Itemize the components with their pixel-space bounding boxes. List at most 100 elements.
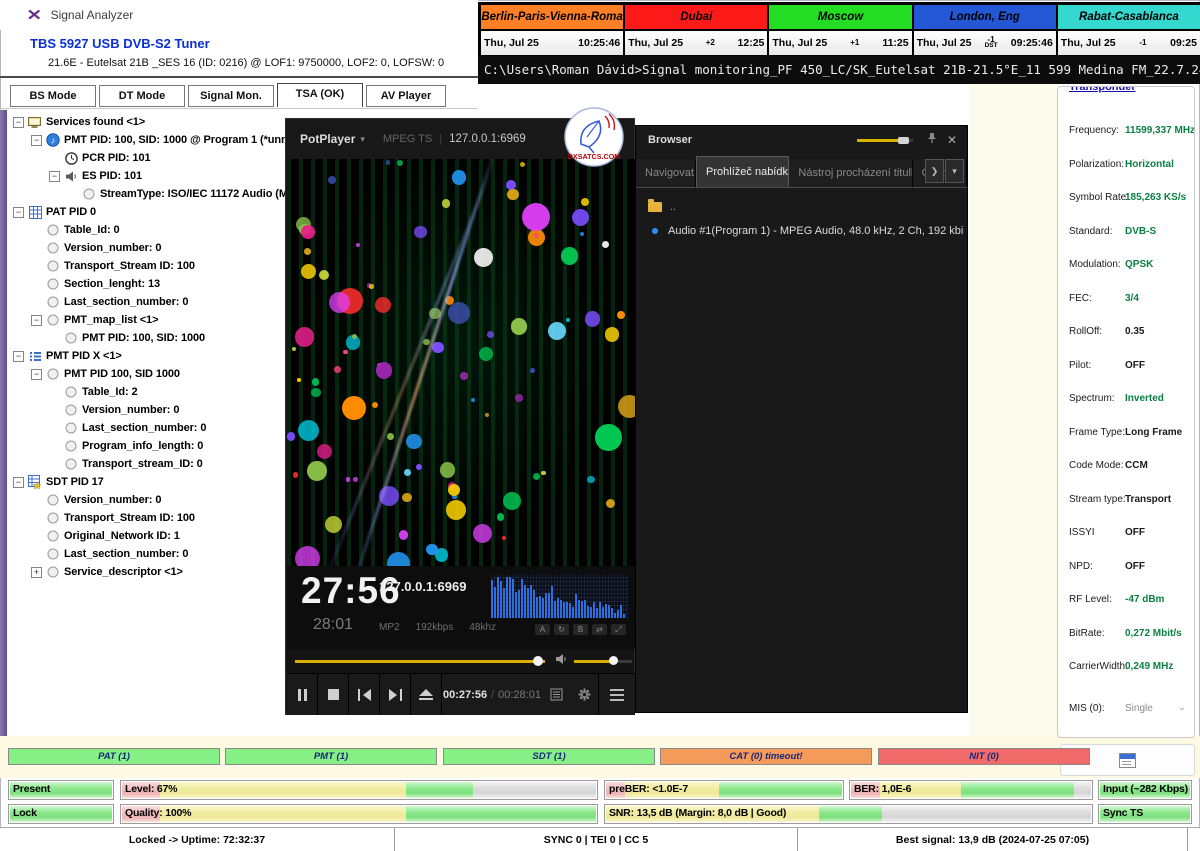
browser-titlebar[interactable]: Browser ✕: [636, 126, 967, 154]
collapse-icon[interactable]: −: [31, 369, 42, 380]
tree-item-label: Last_section_number: 0: [82, 422, 206, 434]
clock-city-name: London, Eng: [914, 5, 1056, 29]
tree-item[interactable]: Original_Network ID: 1: [9, 527, 283, 545]
close-icon[interactable]: ✕: [947, 133, 957, 147]
tree-item[interactable]: −PMT PID X <1>: [9, 347, 283, 365]
collapse-icon[interactable]: −: [13, 351, 24, 362]
tree-item[interactable]: Transport_Stream ID: 100: [9, 509, 283, 527]
chevron-down-icon[interactable]: ▾: [945, 159, 964, 183]
tree-item[interactable]: Last_section_number: 0: [9, 293, 283, 311]
tree-item[interactable]: Version_number: 0: [9, 401, 283, 419]
volume-bar[interactable]: [574, 660, 632, 663]
collapse-icon[interactable]: −: [13, 477, 24, 488]
parent-folder-row[interactable]: ..: [636, 194, 967, 220]
tree-item[interactable]: Last_section_number: 0: [9, 545, 283, 563]
audio-track-label: Audio #1(Program 1) - MPEG Audio, 48.0 k…: [668, 225, 963, 237]
clock-time: 09:25:46: [1011, 37, 1053, 49]
speaker-icon[interactable]: [555, 652, 568, 670]
browser-tab-1[interactable]: Navigovat: [636, 159, 696, 187]
clock-offset: -1: [1119, 40, 1167, 46]
chevron-right-icon[interactable]: ❯: [925, 159, 944, 183]
tree-item[interactable]: PCR PID: 101: [9, 149, 283, 167]
browser-tab-2[interactable]: Prohlížeč nabídky: [696, 156, 789, 187]
tree-item[interactable]: −SDT PID 17: [9, 473, 283, 491]
tree-item[interactable]: Version_number: 0: [9, 491, 283, 509]
spectrum-bar: [563, 602, 565, 618]
spectrum-bar: [605, 604, 607, 618]
ab-point-a-button[interactable]: A: [535, 624, 550, 635]
tree-item[interactable]: −Services found <1>: [9, 113, 283, 131]
tree-item[interactable]: Transport_stream_ID: 0: [9, 455, 283, 473]
browser-slider[interactable]: [857, 139, 913, 142]
clock-time: 10:25:46: [578, 37, 620, 49]
app-icon: ✕: [26, 6, 42, 24]
repeat-icon[interactable]: ↻: [554, 624, 569, 635]
tab-tsa-ok-[interactable]: TSA (OK): [277, 83, 363, 107]
volume-handle[interactable]: [609, 656, 618, 665]
tab-dt-mode[interactable]: DT Mode: [99, 85, 185, 107]
tree-item[interactable]: Program_info_length: 0: [9, 437, 283, 455]
tree-item[interactable]: −ES PID: 101: [9, 167, 283, 185]
folder-icon: [648, 202, 662, 212]
tree-item-label: Version_number: 0: [64, 242, 161, 254]
list-item[interactable]: Audio #1(Program 1) - MPEG Audio, 48.0 k…: [636, 220, 967, 242]
tree-item[interactable]: StreamType: ISO/IEC 11172 Audio (MPEG-1)…: [9, 185, 283, 203]
window-edge-strip: [0, 110, 7, 746]
tree-item[interactable]: Version_number: 0: [9, 239, 283, 257]
stop-button[interactable]: [318, 674, 349, 715]
seek-bar[interactable]: [295, 660, 545, 663]
settings-gear-icon[interactable]: [570, 674, 598, 715]
viz-streak: [348, 159, 499, 566]
clock-icon: [64, 151, 78, 165]
transponder-value: DVB-S: [1125, 226, 1156, 237]
spectrum-bar: [539, 596, 541, 618]
viz-dot: [404, 469, 411, 476]
tree-item[interactable]: −PMT_map_list <1>: [9, 311, 283, 329]
transponder-value: CCM: [1125, 460, 1148, 471]
background-fill: [969, 84, 1057, 738]
tree-item[interactable]: Table_Id: 2: [9, 383, 283, 401]
tree-item[interactable]: −PAT PID 0: [9, 203, 283, 221]
collapse-icon[interactable]: −: [13, 207, 24, 218]
clock-cell: Thu, Jul 25-1DST09:25:46: [914, 31, 1056, 55]
spectrum-bar: [566, 602, 568, 618]
playlist-button[interactable]: [542, 674, 570, 715]
previous-button[interactable]: [349, 674, 380, 715]
tree-item[interactable]: Transport_Stream ID: 100: [9, 257, 283, 275]
pin-icon[interactable]: [927, 131, 937, 149]
loop-icon[interactable]: ⇄: [592, 624, 607, 635]
pause-button[interactable]: [287, 674, 318, 715]
console-window[interactable]: C:\Users\Roman Dávid>Signal monitoring_P…: [478, 56, 1200, 84]
hamburger-menu-icon[interactable]: [598, 674, 635, 715]
next-button[interactable]: [380, 674, 411, 715]
list-icon: [28, 349, 42, 363]
tree-item[interactable]: Last_section_number: 0: [9, 419, 283, 437]
viz-dot: [448, 484, 460, 496]
slider-handle[interactable]: [898, 137, 909, 144]
collapse-icon[interactable]: −: [31, 135, 42, 146]
tree-item[interactable]: −♪PMT PID: 100, SID: 1000 @ Program 1 (*…: [9, 131, 283, 149]
collapse-icon[interactable]: −: [13, 117, 24, 128]
meter-segment: [406, 806, 596, 822]
potplayer-menu[interactable]: PotPlayer: [300, 132, 355, 146]
tree-item[interactable]: −PMT PID 100, SID 1000: [9, 365, 283, 383]
mis-select[interactable]: Single: [1125, 703, 1153, 714]
browser-tab-3[interactable]: Nástroj procházení titulků: [789, 159, 912, 187]
eject-button[interactable]: [411, 674, 442, 715]
collapse-icon[interactable]: −: [49, 171, 60, 182]
tree-item[interactable]: Table_Id: 0: [9, 221, 283, 239]
tree-item[interactable]: Section_lenght: 13: [9, 275, 283, 293]
fullscreen-icon[interactable]: ⤢: [611, 624, 626, 635]
tab-signal-mon-[interactable]: Signal Mon.: [188, 85, 274, 107]
viz-dot: [416, 464, 422, 470]
bullet-icon: [652, 228, 658, 234]
viz-streak: [315, 159, 498, 566]
seek-handle[interactable]: [533, 656, 543, 666]
tab-av-player[interactable]: AV Player: [366, 85, 446, 107]
expand-icon[interactable]: +: [31, 567, 42, 578]
tree-item[interactable]: PMT PID: 100, SID: 1000: [9, 329, 283, 347]
tab-bs-mode[interactable]: BS Mode: [10, 85, 96, 107]
ab-point-b-button[interactable]: B: [573, 624, 588, 635]
collapse-icon[interactable]: −: [31, 315, 42, 326]
tree-item[interactable]: +Service_descriptor <1>: [9, 563, 283, 581]
